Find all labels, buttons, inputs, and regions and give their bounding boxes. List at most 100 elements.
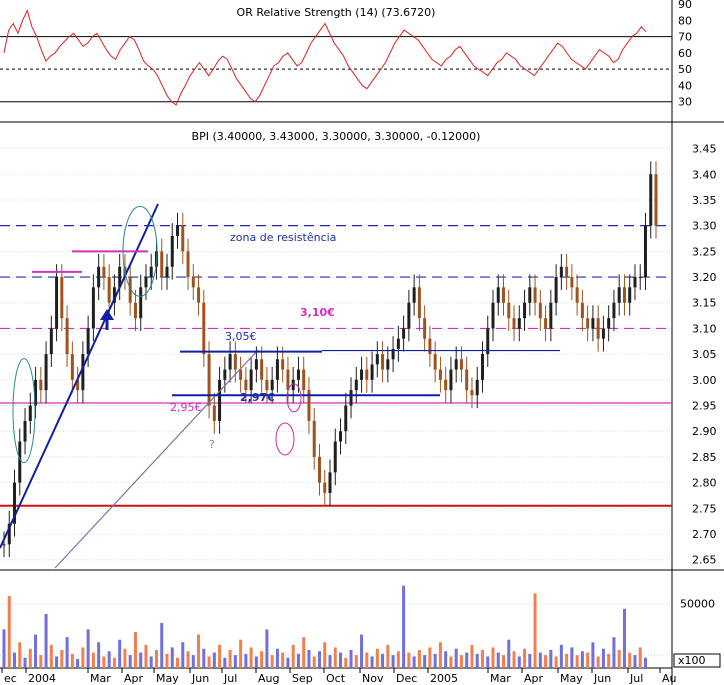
price-candle-body xyxy=(344,405,348,432)
price-candle-body xyxy=(617,287,621,303)
x-tick-label: Oct xyxy=(326,672,346,685)
volume-bar xyxy=(633,655,637,668)
volume-bar xyxy=(391,655,395,668)
volume-bar xyxy=(165,653,169,668)
volume-bar xyxy=(223,657,227,668)
price-candle-body xyxy=(633,277,637,288)
price-candle-body xyxy=(339,431,343,442)
volume-bar xyxy=(449,656,453,668)
volume-bar xyxy=(44,614,48,668)
price-annotation: ? xyxy=(209,438,215,451)
price-tick-label: 2.65 xyxy=(692,554,717,567)
x-tick-label: Jul xyxy=(629,672,643,685)
volume-bar xyxy=(528,653,532,668)
volume-bar xyxy=(454,648,458,668)
price-candle-body xyxy=(444,379,448,391)
price-tick-label: 2.95 xyxy=(692,400,717,413)
uptrend-line xyxy=(0,203,159,549)
price-candle-body xyxy=(223,369,227,380)
price-candle-body xyxy=(507,302,511,319)
price-candle-body xyxy=(333,441,337,473)
volume-bar xyxy=(181,642,185,668)
price-candle-body xyxy=(18,441,22,483)
price-candle-body xyxy=(265,379,269,391)
volume-bar xyxy=(13,652,17,668)
volume-bar xyxy=(580,651,584,668)
volume-bar xyxy=(517,656,521,668)
volume-bar xyxy=(428,647,432,668)
volume-bar xyxy=(97,642,101,668)
price-annotation: 2,95€ xyxy=(170,401,202,414)
volume-bar xyxy=(643,657,647,668)
price-candle-body xyxy=(575,287,579,303)
rsi-tick-label: 80 xyxy=(678,14,692,27)
volume-bar xyxy=(2,629,6,668)
price-candle-body xyxy=(275,359,279,380)
price-candle-body xyxy=(407,302,411,329)
volume-bar xyxy=(570,647,574,668)
price-candle-body xyxy=(565,266,569,278)
price-candle-body xyxy=(149,266,153,278)
volume-bar xyxy=(239,639,243,668)
price-candle-body xyxy=(2,544,6,546)
price-candle-body xyxy=(470,390,474,396)
price-tick-label: 3.05 xyxy=(692,348,717,361)
price-candle-body xyxy=(381,354,385,370)
volume-bar xyxy=(212,652,216,668)
price-candle-body xyxy=(528,287,532,303)
price-candle-body xyxy=(23,420,27,442)
price-candle-body xyxy=(49,328,53,355)
volume-bar xyxy=(512,651,516,668)
volume-bar xyxy=(444,651,448,668)
volume-bar xyxy=(307,650,311,668)
volume-bar xyxy=(465,652,469,668)
price-candle-body xyxy=(28,405,32,421)
volume-bar xyxy=(70,653,74,668)
volume-bar xyxy=(118,639,122,668)
price-candle-body xyxy=(438,369,442,380)
volume-bar xyxy=(18,642,22,668)
price-candle-body xyxy=(317,456,321,483)
volume-bar xyxy=(638,647,642,668)
volume-bar xyxy=(28,648,32,668)
price-candle-body xyxy=(296,369,300,380)
volume-bar xyxy=(507,639,511,668)
rsi-tick-label: 90 xyxy=(678,0,692,11)
price-tick-label: 3.15 xyxy=(692,297,717,310)
volume-bar xyxy=(86,629,90,668)
volume-bar xyxy=(575,655,579,668)
price-tick-label: 3.25 xyxy=(692,245,717,258)
volume-bar xyxy=(344,657,348,668)
price-candle-body xyxy=(480,354,484,380)
volume-bar xyxy=(60,650,64,668)
price-candle-body xyxy=(622,287,626,303)
volume-bar xyxy=(402,585,406,668)
volume-bar xyxy=(502,655,506,668)
x-tick-label: Sep xyxy=(292,672,313,685)
volume-bar xyxy=(596,656,600,668)
x-tick-label: Jun xyxy=(593,672,611,685)
x-tick-label: Mar xyxy=(490,672,511,685)
price-candle-body xyxy=(538,302,542,319)
volume-bar xyxy=(417,650,421,668)
price-tick-label: 2.85 xyxy=(692,451,717,464)
volume-bar xyxy=(7,596,11,668)
volume-bar xyxy=(107,651,111,668)
price-candle-body xyxy=(502,287,506,303)
volume-bar xyxy=(265,629,269,668)
price-candle-body xyxy=(417,287,421,319)
price-candle-body xyxy=(202,302,206,355)
volume-scale-label: x100 xyxy=(678,654,706,667)
price-tick-label: 3.30 xyxy=(692,220,717,233)
price-candle-body xyxy=(133,302,137,319)
volume-bar xyxy=(433,653,437,668)
price-candle-body xyxy=(386,359,390,370)
price-candle-body xyxy=(423,318,427,339)
price-annotation: 2,97€ xyxy=(240,391,275,404)
price-candle-body xyxy=(449,369,453,391)
stock-chart: 30 40 50 60 70 80 90 OR Relative Strength (14) … xyxy=(0,0,724,685)
volume-bar xyxy=(381,653,385,668)
price-candle-body xyxy=(186,251,190,278)
volume-bar xyxy=(333,647,337,668)
price-candle-body xyxy=(170,235,174,267)
